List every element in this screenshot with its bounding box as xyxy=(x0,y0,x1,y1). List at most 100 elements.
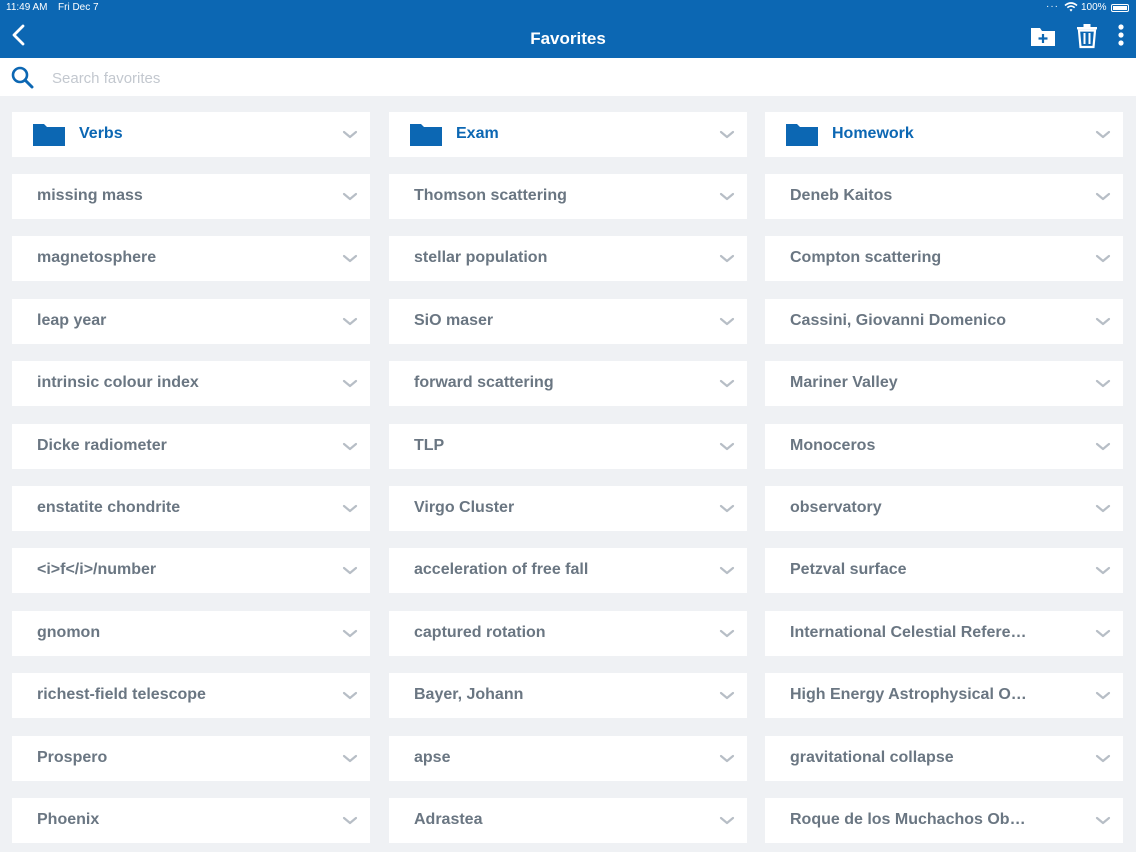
chevron-down-icon[interactable] xyxy=(342,192,358,202)
top-bar: 11:49 AM Fri Dec 7 ··· 100% Favorites xyxy=(0,0,1136,58)
chevron-down-icon[interactable] xyxy=(342,442,358,452)
chevron-down-icon[interactable] xyxy=(719,442,735,452)
chevron-down-icon[interactable] xyxy=(719,566,735,576)
chevron-down-icon[interactable] xyxy=(342,130,358,140)
favorite-item-label: Virgo Cluster xyxy=(414,499,515,516)
battery-icon xyxy=(1111,4,1129,12)
status-date: Fri Dec 7 xyxy=(58,2,99,13)
chevron-down-icon[interactable] xyxy=(1095,754,1111,764)
favorite-item-label: Thomson scattering xyxy=(414,187,567,204)
chevron-down-icon[interactable] xyxy=(1095,691,1111,701)
favorite-item[interactable]: apse xyxy=(389,735,747,781)
favorite-item[interactable]: TLP xyxy=(389,423,747,469)
chevron-down-icon[interactable] xyxy=(1095,442,1111,452)
favorite-item[interactable]: Deneb Kaitos xyxy=(765,174,1123,219)
chevron-down-icon[interactable] xyxy=(1095,816,1111,826)
favorite-item[interactable]: Bayer, Johann xyxy=(389,673,747,719)
favorite-item[interactable]: magnetosphere xyxy=(12,236,370,282)
chevron-down-icon[interactable] xyxy=(719,192,735,202)
favorite-item[interactable]: leap year xyxy=(12,298,370,344)
favorite-item-label: Cassini, Giovanni Domenico xyxy=(790,311,1007,329)
chevron-down-icon[interactable] xyxy=(342,566,358,576)
favorite-item[interactable]: stellar population xyxy=(389,236,747,282)
favorite-item[interactable]: Mariner Valley xyxy=(765,361,1123,407)
chevron-down-icon[interactable] xyxy=(342,254,358,264)
folder-header[interactable]: Homework xyxy=(765,112,1123,157)
chevron-down-icon[interactable] xyxy=(719,754,735,764)
favorite-item[interactable]: Compton scattering xyxy=(765,236,1123,282)
chevron-down-icon[interactable] xyxy=(719,629,735,639)
favorite-item[interactable]: Phoenix xyxy=(12,798,370,843)
favorite-item-label: forward scattering xyxy=(414,374,554,392)
favorite-item-label: apse xyxy=(414,748,451,766)
favorite-item[interactable]: International Celestial Refere… xyxy=(765,610,1123,656)
chevron-down-icon[interactable] xyxy=(1095,504,1111,514)
favorite-item[interactable]: Thomson scattering xyxy=(389,174,747,219)
chevron-down-icon[interactable] xyxy=(342,816,358,826)
chevron-down-icon[interactable] xyxy=(342,379,358,389)
folder-header[interactable]: Exam xyxy=(389,112,747,157)
chevron-down-icon[interactable] xyxy=(1095,629,1111,639)
favorite-item-label: richest-field telescope xyxy=(37,686,206,704)
favorite-item[interactable]: intrinsic colour index xyxy=(12,361,370,407)
chevron-down-icon[interactable] xyxy=(719,816,735,826)
favorite-item[interactable]: Adrastea xyxy=(389,798,747,843)
chevron-down-icon[interactable] xyxy=(719,504,735,514)
favorite-item-label: Petzval surface xyxy=(790,561,907,579)
chevron-down-icon[interactable] xyxy=(1095,192,1111,202)
favorite-item[interactable]: gnomon xyxy=(12,610,370,656)
favorite-item-label: missing mass xyxy=(37,187,143,204)
folder-header[interactable]: Verbs xyxy=(12,112,370,157)
chevron-down-icon[interactable] xyxy=(719,254,735,264)
favorite-item-label: Adrastea xyxy=(414,811,483,828)
chevron-down-icon[interactable] xyxy=(1095,379,1111,389)
favorite-item[interactable]: missing mass xyxy=(12,174,370,219)
favorite-item[interactable]: gravitational collapse xyxy=(765,735,1123,781)
favorite-item[interactable]: SiO maser xyxy=(389,298,747,344)
chevron-down-icon[interactable] xyxy=(719,317,735,327)
status-time: 11:49 AM xyxy=(6,2,48,13)
delete-button[interactable] xyxy=(1076,22,1098,50)
favorite-item[interactable]: acceleration of free fall xyxy=(389,548,747,594)
page-title: Favorites xyxy=(530,29,606,48)
favorite-item[interactable]: observatory xyxy=(765,486,1123,531)
chevron-down-icon[interactable] xyxy=(719,691,735,701)
favorite-item[interactable]: Prospero xyxy=(12,735,370,781)
chevron-down-icon[interactable] xyxy=(1095,254,1111,264)
favorite-item[interactable]: Monoceros xyxy=(765,423,1123,469)
favorite-item[interactable]: <i>f</i>/number xyxy=(12,548,370,594)
search-input[interactable] xyxy=(50,66,654,90)
chevron-down-icon[interactable] xyxy=(342,629,358,639)
more-options-button[interactable] xyxy=(1114,22,1128,50)
favorite-item-label: Deneb Kaitos xyxy=(790,187,893,204)
chevron-down-icon[interactable] xyxy=(342,317,358,327)
chevron-down-icon[interactable] xyxy=(342,754,358,764)
favorite-item-label: magnetosphere xyxy=(37,249,157,267)
favorite-item-label: stellar population xyxy=(414,249,548,267)
favorite-item-label: enstatite chondrite xyxy=(37,499,181,516)
favorite-item[interactable]: Virgo Cluster xyxy=(389,486,747,531)
favorite-item-label: TLP xyxy=(414,436,445,454)
favorite-item[interactable]: Roque de los Muchachos Ob… xyxy=(765,798,1123,843)
favorite-item-label: Roque de los Muchachos Ob… xyxy=(790,811,1026,828)
chevron-down-icon[interactable] xyxy=(1095,566,1111,576)
chevron-down-icon[interactable] xyxy=(342,691,358,701)
chevron-down-icon[interactable] xyxy=(719,379,735,389)
favorite-item[interactable]: captured rotation xyxy=(389,610,747,656)
favorite-item[interactable]: Dicke radiometer xyxy=(12,423,370,469)
favorite-item-label: gnomon xyxy=(37,623,101,641)
favorite-item-label: SiO maser xyxy=(414,311,494,329)
favorite-item[interactable]: richest-field telescope xyxy=(12,673,370,719)
favorite-item[interactable]: enstatite chondrite xyxy=(12,486,370,531)
chevron-down-icon[interactable] xyxy=(719,130,735,140)
chevron-down-icon[interactable] xyxy=(1095,130,1111,140)
favorite-item[interactable]: High Energy Astrophysical O… xyxy=(765,673,1123,719)
favorite-item-label: leap year xyxy=(37,311,107,329)
favorite-item[interactable]: Cassini, Giovanni Domenico xyxy=(765,298,1123,344)
favorite-item[interactable]: forward scattering xyxy=(389,361,747,407)
wifi-icon xyxy=(1064,2,1078,12)
chevron-down-icon[interactable] xyxy=(1095,317,1111,327)
favorite-item[interactable]: Petzval surface xyxy=(765,548,1123,594)
new-folder-button[interactable] xyxy=(1030,22,1056,50)
chevron-down-icon[interactable] xyxy=(342,504,358,514)
